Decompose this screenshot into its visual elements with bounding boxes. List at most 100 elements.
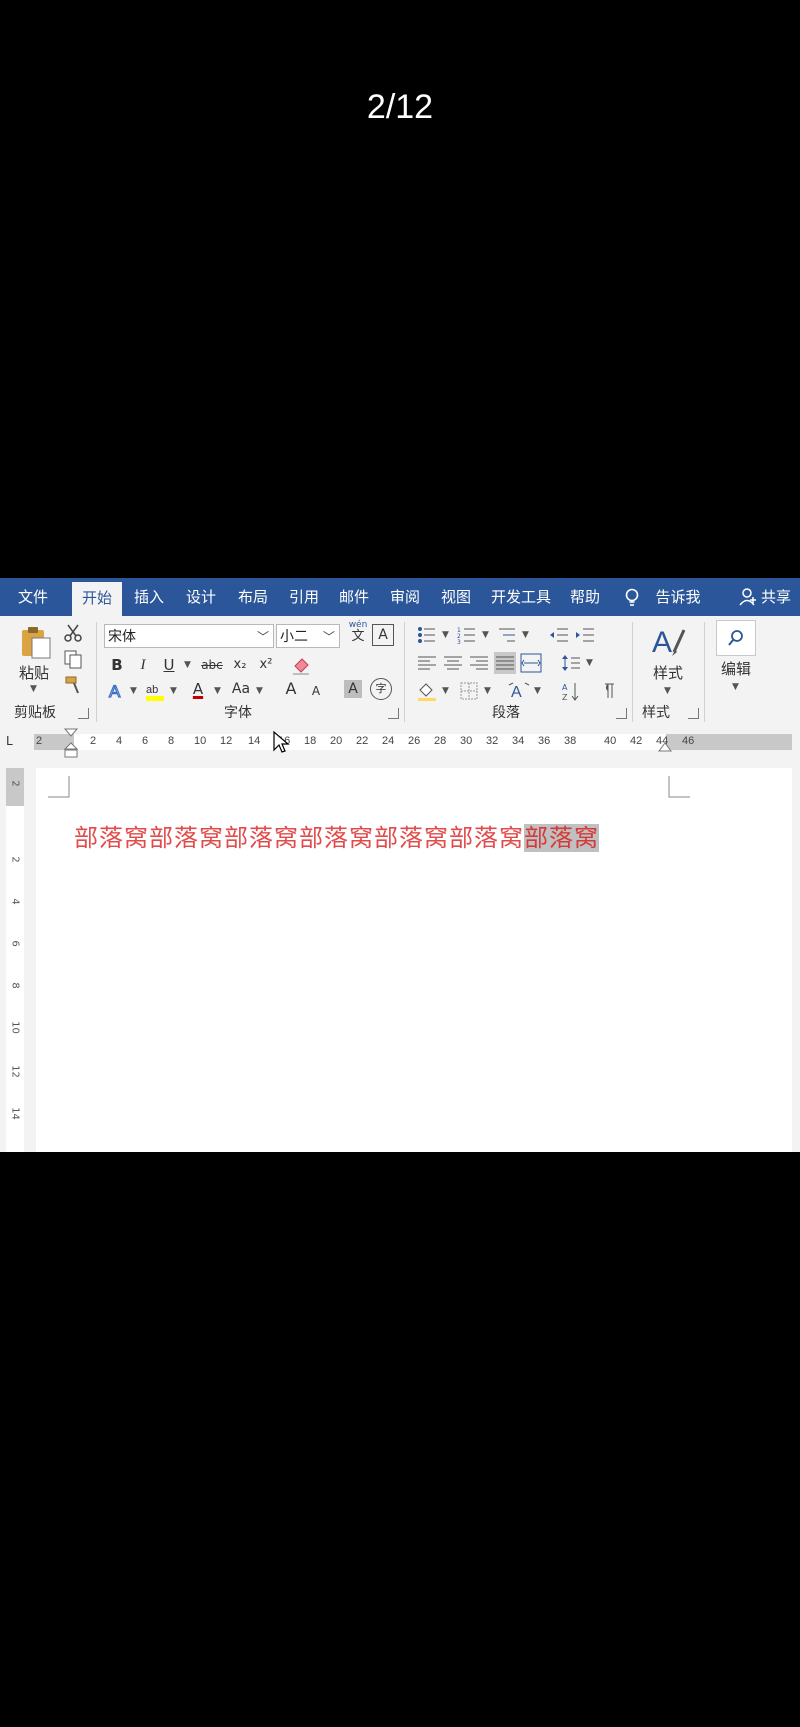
highlight-color-icon[interactable]: ab: [144, 680, 166, 702]
vruler-tick: 2: [9, 856, 21, 863]
paragraph-launcher-icon[interactable]: [616, 708, 627, 719]
ruler-tick: 36: [538, 735, 551, 747]
sort-icon[interactable]: AZ: [560, 680, 582, 702]
strikethrough-button[interactable]: abc: [198, 654, 226, 676]
change-case-dropdown-icon[interactable]: ▼: [256, 686, 263, 696]
underline-button[interactable]: U: [160, 654, 178, 676]
line-spacing-dropdown-icon[interactable]: ▼: [586, 658, 593, 668]
document-page[interactable]: 部落窝部落窝部落窝部落窝部落窝部落窝部落窝: [36, 768, 792, 1152]
increase-indent-icon[interactable]: [574, 624, 596, 646]
highlight-dropdown-icon[interactable]: ▼: [170, 686, 177, 696]
show-marks-icon[interactable]: [596, 680, 618, 702]
borders-dropdown-icon[interactable]: ▼: [484, 686, 491, 696]
character-border-button[interactable]: A: [372, 624, 394, 646]
decrease-indent-icon[interactable]: [548, 624, 570, 646]
chinese-layout-icon[interactable]: A: [508, 680, 530, 702]
paste-dropdown-icon[interactable]: ▼: [30, 684, 37, 694]
multilevel-dropdown-icon[interactable]: ▼: [522, 630, 529, 640]
superscript-button[interactable]: x²: [254, 654, 278, 676]
tab-file[interactable]: 文件: [8, 578, 58, 616]
bold-button[interactable]: B: [108, 654, 126, 676]
ruler-tick: 18: [304, 735, 317, 747]
document-text[interactable]: 部落窝部落窝部落窝部落窝部落窝部落窝部落窝: [74, 818, 599, 853]
styles-dropdown-icon[interactable]: ▼: [664, 686, 671, 696]
phonetic-guide-button[interactable]: 文: [346, 630, 370, 646]
page-counter: 2/12: [366, 88, 434, 126]
font-color-dropdown-icon[interactable]: ▼: [214, 686, 221, 696]
font-color-button[interactable]: A: [188, 678, 208, 700]
shrink-font-button[interactable]: A: [308, 680, 324, 702]
bullets-dropdown-icon[interactable]: ▼: [442, 630, 449, 640]
tab-selector[interactable]: L: [6, 734, 24, 752]
tab-layout[interactable]: 布局: [228, 578, 278, 616]
chinese-layout-dropdown-icon[interactable]: ▼: [534, 686, 541, 696]
indent-marker-icon[interactable]: [64, 728, 78, 758]
align-center-icon[interactable]: [442, 652, 464, 674]
lightbulb-icon: [625, 588, 639, 606]
ruler-tick: 2: [36, 735, 43, 747]
styles-icon[interactable]: A: [648, 622, 688, 660]
editing-box[interactable]: [716, 620, 756, 656]
vruler-tick: 2: [9, 780, 21, 787]
paste-button[interactable]: 粘贴: [14, 662, 54, 684]
tell-me-search[interactable]: 告诉我: [648, 578, 708, 616]
multilevel-list-icon[interactable]: [496, 624, 518, 646]
bullets-icon[interactable]: [416, 624, 438, 646]
svg-text:3: 3: [457, 639, 461, 646]
clipboard-group-label: 剪贴板: [14, 705, 56, 721]
tab-home[interactable]: 开始: [72, 582, 122, 616]
tab-mailings[interactable]: 邮件: [329, 578, 379, 616]
tab-review[interactable]: 审阅: [380, 578, 430, 616]
numbering-icon[interactable]: 1 2 3: [456, 624, 478, 646]
ruler-tick: 6: [142, 735, 149, 747]
editing-button[interactable]: 编辑: [712, 658, 760, 680]
ruler-bar[interactable]: 2246810121416182022242628303234363840424…: [34, 734, 792, 750]
subscript-button[interactable]: x₂: [228, 654, 252, 676]
tab-insert[interactable]: 插入: [124, 578, 174, 616]
font-group-label: 字体: [224, 705, 252, 721]
ruler-tick: 14: [248, 735, 261, 747]
tab-design[interactable]: 设计: [176, 578, 226, 616]
paste-icon[interactable]: [18, 624, 54, 660]
tab-view[interactable]: 视图: [431, 578, 481, 616]
clipboard-launcher-icon[interactable]: [78, 708, 89, 719]
distributed-icon[interactable]: [520, 652, 542, 674]
share-button[interactable]: 共享: [756, 578, 796, 616]
underline-dropdown-icon[interactable]: ▼: [184, 660, 191, 670]
italic-button[interactable]: I: [134, 654, 152, 676]
change-case-button[interactable]: Aa: [228, 678, 254, 700]
align-left-icon[interactable]: [416, 652, 438, 674]
tab-help[interactable]: 帮助: [560, 578, 610, 616]
numbering-dropdown-icon[interactable]: ▼: [482, 630, 489, 640]
font-name-combo[interactable]: 宋体 ﹀: [104, 624, 274, 648]
editing-dropdown-icon[interactable]: ▼: [732, 682, 739, 692]
mouse-pointer-icon: [273, 730, 290, 753]
font-size-combo[interactable]: 小二 ﹀: [276, 624, 340, 648]
line-spacing-icon[interactable]: [560, 652, 582, 674]
cut-icon[interactable]: [62, 622, 84, 644]
justify-icon[interactable]: [494, 652, 516, 674]
svg-text:A: A: [511, 684, 522, 701]
styles-button[interactable]: 样式: [644, 662, 692, 684]
copy-icon[interactable]: [62, 648, 84, 670]
selected-text[interactable]: 部落窝: [524, 824, 599, 852]
ruler-tick: 42: [630, 735, 643, 747]
right-indent-marker-icon[interactable]: [658, 742, 672, 752]
tab-developer[interactable]: 开发工具: [486, 578, 556, 616]
align-right-icon[interactable]: [468, 652, 490, 674]
text-run[interactable]: 部落窝部落窝部落窝部落窝部落窝部落窝: [74, 824, 524, 852]
shading-bucket-icon[interactable]: [416, 680, 438, 702]
font-launcher-icon[interactable]: [388, 708, 399, 719]
styles-launcher-icon[interactable]: [688, 708, 699, 719]
svg-text:A: A: [109, 682, 121, 701]
text-effects-icon[interactable]: A: [106, 680, 128, 702]
enclose-characters-button[interactable]: 字: [370, 678, 392, 700]
grow-font-button[interactable]: A: [282, 678, 300, 700]
format-painter-icon[interactable]: [62, 674, 84, 696]
shading-dropdown-icon[interactable]: ▼: [442, 686, 449, 696]
tab-references[interactable]: 引用: [279, 578, 329, 616]
text-effects-dropdown-icon[interactable]: ▼: [130, 686, 137, 696]
borders-icon[interactable]: [458, 680, 480, 702]
character-shading-button[interactable]: A: [344, 680, 362, 698]
clear-formatting-icon[interactable]: [290, 654, 312, 676]
